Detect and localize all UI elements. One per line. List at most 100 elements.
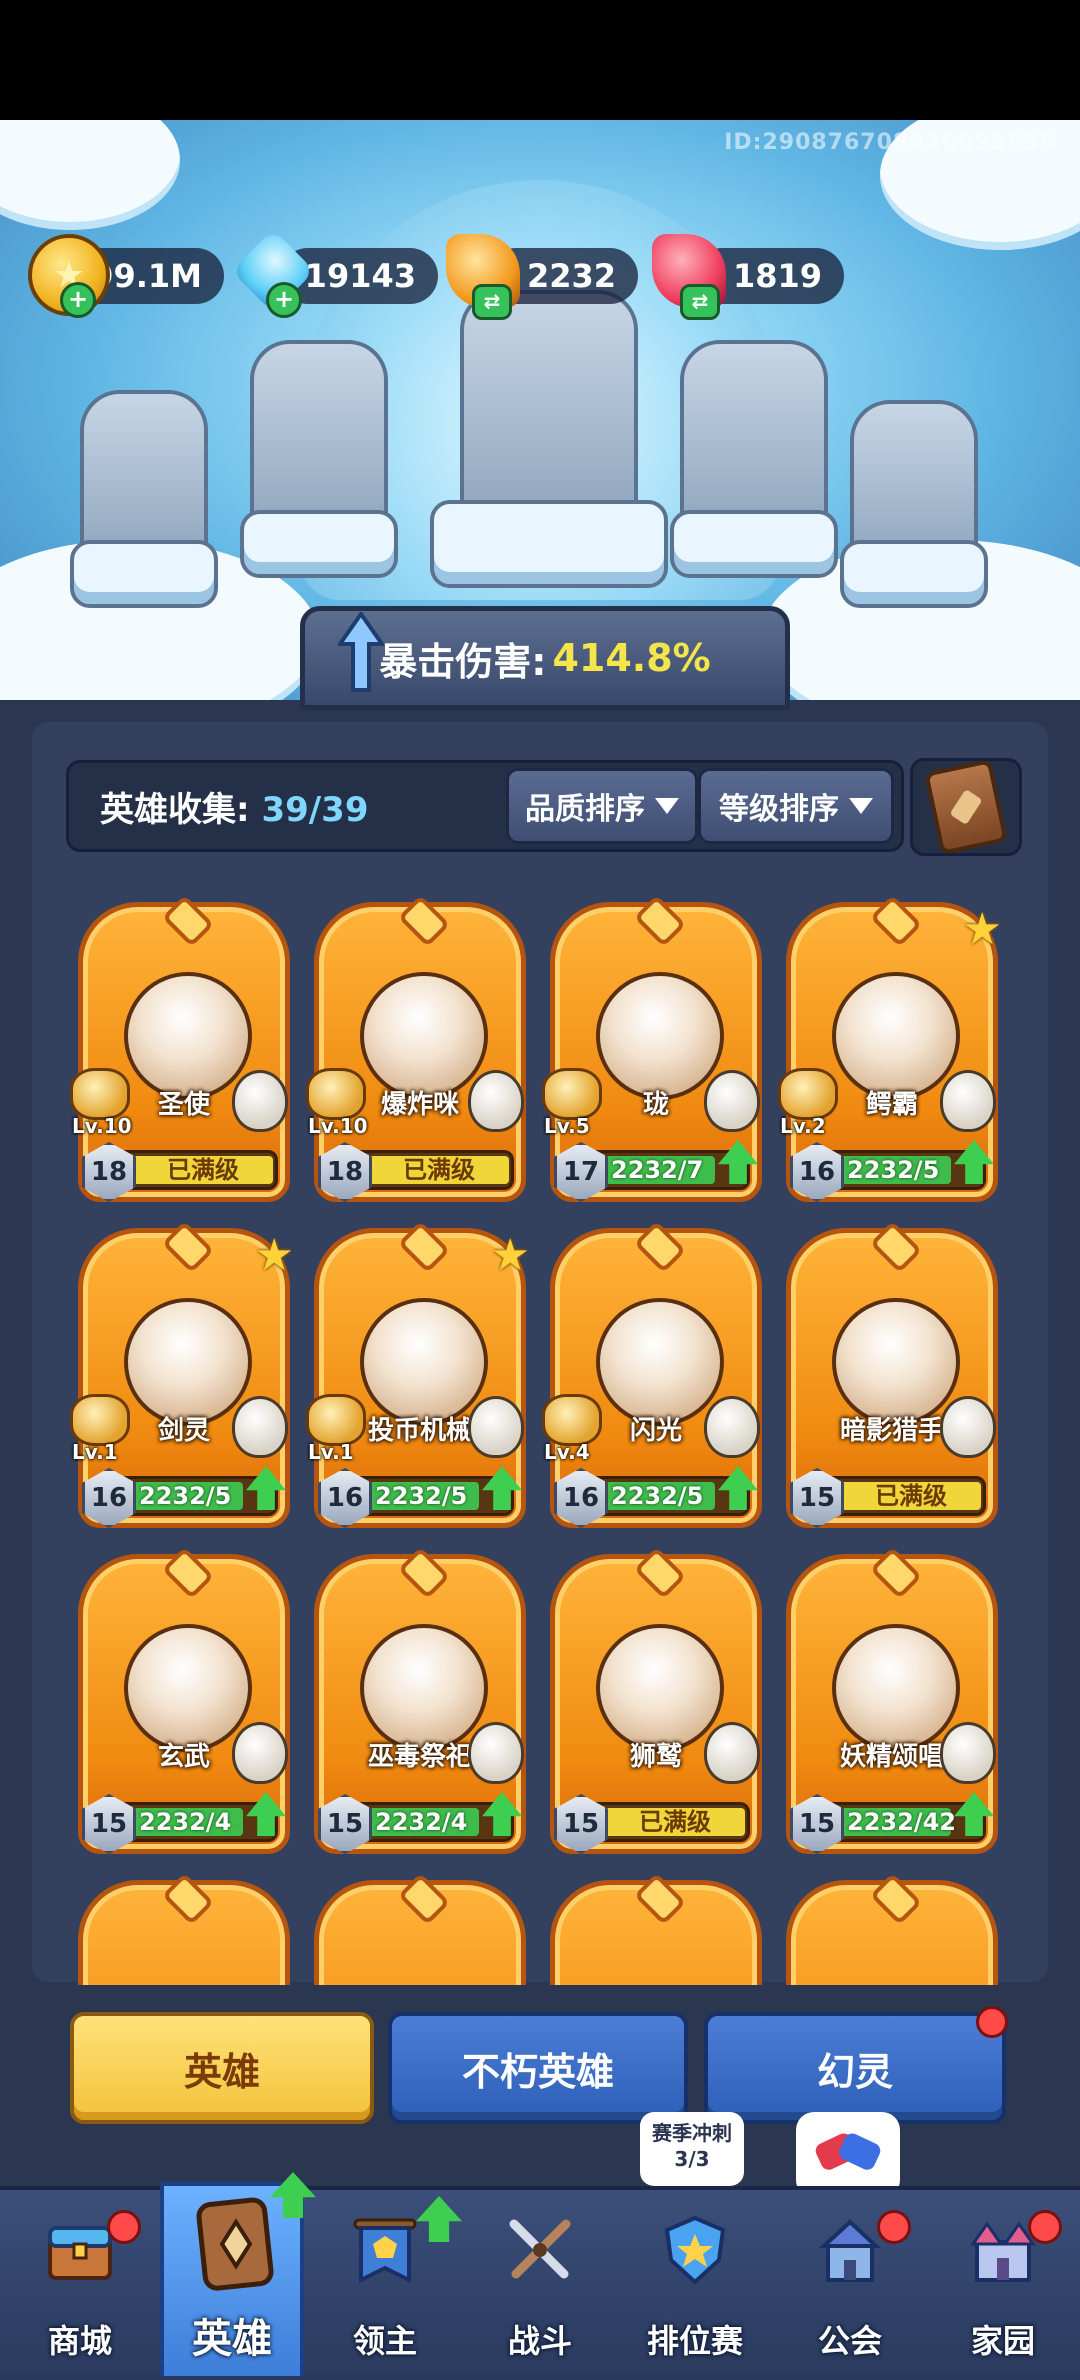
user-id: ID:290876708426693635 <box>724 130 1056 155</box>
hero-portrait <box>832 1624 960 1752</box>
hero-progress-text: 已满级 <box>639 1808 711 1836</box>
hero-portrait <box>360 1298 488 1426</box>
exchange-amber-icon[interactable]: ⇄ <box>472 284 512 320</box>
hero-card[interactable] <box>786 1880 998 1985</box>
hero-egg-icon <box>704 1070 760 1132</box>
chevron-down-icon <box>655 798 679 814</box>
nav-guild[interactable]: 公会 <box>775 2186 925 2376</box>
hero-portrait <box>596 1624 724 1752</box>
notification-dot <box>976 2006 1008 2038</box>
sort-by-level-button[interactable]: 等级排序 <box>698 768 894 844</box>
companion-level: Lv.10 <box>72 1114 132 1138</box>
hero-portrait <box>124 1298 252 1426</box>
nav-battle[interactable]: 战斗 <box>465 2186 615 2376</box>
companion-pet-icon <box>778 1068 838 1120</box>
hero-card-frame <box>78 1880 290 1985</box>
ranked-shield-icon <box>664 2215 726 2285</box>
hero-egg-icon <box>468 1396 524 1458</box>
hero-card[interactable]: 鳄霸 Lv.2 ★ 2232/5 16 <box>778 902 1002 1218</box>
hero-card[interactable]: 闪光 Lv.4 2232/5 16 <box>542 1228 762 1544</box>
hero-progress-text: 2232/42 <box>847 1808 956 1836</box>
frozen-dragon-statue[interactable] <box>460 290 638 528</box>
season-sprint-bubble[interactable]: 赛季冲刺 3/3 <box>640 2112 744 2200</box>
add-crystal-icon[interactable]: + <box>266 282 302 318</box>
hero-portrait <box>124 1624 252 1752</box>
tab-heroes[interactable]: 英雄 <box>70 2012 374 2124</box>
hero-card[interactable]: 狮鹫 已满级 15 <box>550 1554 762 1870</box>
nav-shop[interactable]: 商城 <box>5 2186 155 2376</box>
nav-ranked[interactable]: 排位赛 <box>620 2186 770 2376</box>
star-icon: ★ <box>490 1230 530 1281</box>
star-icon: ★ <box>962 904 1002 955</box>
hero-egg-icon <box>232 1722 288 1784</box>
notification-dot <box>877 2210 911 2244</box>
hero-card[interactable]: 圣使 Lv.10 已满级 18 <box>70 902 290 1218</box>
shop-chest-icon <box>48 2226 112 2280</box>
companion-level: Lv.4 <box>544 1440 590 1464</box>
hero-portrait <box>596 1298 724 1426</box>
hero-egg-icon <box>704 1722 760 1784</box>
companion-level: Lv.1 <box>308 1440 354 1464</box>
hero-card[interactable]: 爆炸咪 Lv.10 已满级 18 <box>306 902 526 1218</box>
hero-egg-icon <box>940 1070 996 1132</box>
hero-card[interactable] <box>550 1880 762 1985</box>
nav-lord-label: 领主 <box>352 2322 417 2360</box>
tab-phantom-label: 幻灵 <box>816 2049 893 2094</box>
sort-level-label: 等级排序 <box>719 792 839 827</box>
hero-egg-icon <box>940 1396 996 1458</box>
nav-heroes[interactable]: 英雄 <box>160 2172 316 2376</box>
hero-progress-text: 2232/5 <box>375 1482 468 1510</box>
companion-pet-icon <box>306 1068 366 1120</box>
hero-card[interactable] <box>78 1880 290 1985</box>
crystal-value: 19143 <box>304 257 416 295</box>
tab-immortal-label: 不朽英雄 <box>461 2049 614 2094</box>
hero-egg-icon <box>704 1396 760 1458</box>
hero-progress-text: 已满级 <box>875 1482 947 1510</box>
collection-count: 39/39 <box>261 790 369 830</box>
hero-card[interactable]: 暗影猎手 已满级 15 <box>786 1228 998 1544</box>
hero-portrait <box>360 1624 488 1752</box>
hero-card[interactable]: 投币机械 Lv.1 ★ 2232/5 16 <box>306 1228 530 1544</box>
hero-progress-text: 2232/4 <box>139 1808 232 1836</box>
companion-level: Lv.5 <box>544 1114 590 1138</box>
lord-banner-icon <box>353 2218 417 2284</box>
hero-progress-text: 2232/5 <box>847 1156 940 1184</box>
companion-level: Lv.10 <box>308 1114 368 1138</box>
hero-portrait <box>124 972 252 1100</box>
crit-up-arrow-icon <box>338 612 384 692</box>
hero-card[interactable]: 剑灵 Lv.1 ★ 2232/5 16 <box>70 1228 294 1544</box>
hero-progress-text: 2232/5 <box>139 1482 232 1510</box>
season-sprint-progress: 3/3 <box>674 2147 710 2171</box>
nav-lord[interactable]: 领主 <box>310 2186 462 2376</box>
companion-pet-icon <box>306 1394 366 1446</box>
frozen-statue[interactable] <box>250 340 388 538</box>
season-sprint-title: 赛季冲刺 <box>652 2121 732 2145</box>
hero-deck-button[interactable] <box>910 758 1022 856</box>
nav-home[interactable]: 家园 <box>928 2186 1078 2376</box>
status-bar <box>0 0 1080 120</box>
companion-pet-icon <box>70 1394 130 1446</box>
statue-pedestal <box>430 500 668 588</box>
hero-progress-text: 2232/5 <box>611 1482 704 1510</box>
hero-progress-text: 已满级 <box>403 1156 475 1184</box>
sort-by-quality-button[interactable]: 品质排序 <box>506 768 698 844</box>
frozen-statue[interactable] <box>680 340 828 538</box>
hero-card[interactable] <box>314 1880 526 1985</box>
statue-pedestal <box>840 540 988 608</box>
companion-pet-icon <box>70 1068 130 1120</box>
tab-immortal-heroes[interactable]: 不朽英雄 <box>388 2012 688 2124</box>
collection-progress: 英雄收集: 39/39 <box>100 782 369 831</box>
add-gold-icon[interactable]: + <box>60 282 96 318</box>
hero-card[interactable]: 巫毒祭祀 2232/4 15 <box>314 1554 526 1870</box>
card-deck-icon <box>924 758 1008 856</box>
collection-label: 英雄收集: <box>100 790 250 830</box>
hero-card[interactable]: 玄武 2232/4 15 <box>78 1554 290 1870</box>
hero-card[interactable]: 妖精颂唱 2232/42 15 <box>786 1554 998 1870</box>
tab-phantom[interactable]: 幻灵 <box>704 2012 1006 2124</box>
hero-card[interactable]: 珑 Lv.5 2232/7 17 <box>542 902 762 1218</box>
exchange-ruby-icon[interactable]: ⇄ <box>680 284 720 320</box>
hero-portrait <box>832 972 960 1100</box>
amber-value: 2232 <box>526 257 616 295</box>
tab-heroes-label: 英雄 <box>183 2049 260 2094</box>
guild-castle-icon <box>818 2219 882 2282</box>
